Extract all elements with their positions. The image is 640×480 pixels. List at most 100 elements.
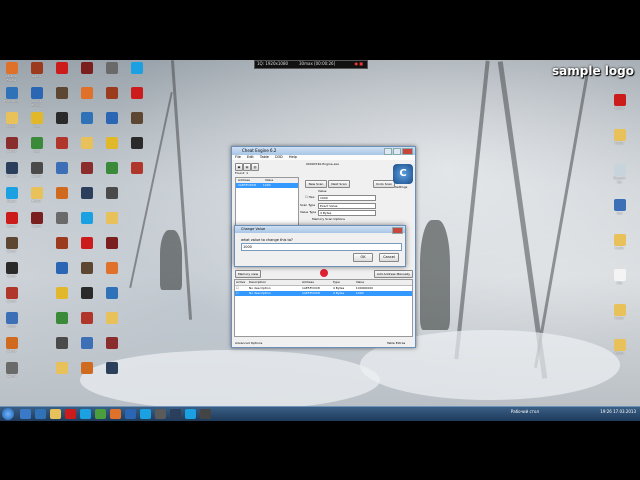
window-titlebar[interactable]: Cheat Engine 6.2 <box>232 147 415 155</box>
desktop-icon[interactable]: Folder <box>29 187 44 209</box>
desktop-icon[interactable] <box>54 237 69 259</box>
dialog-value-input[interactable]: 1000 <box>241 243 402 251</box>
desktop-icon[interactable]: App <box>29 112 44 134</box>
desktop-icon[interactable] <box>104 212 119 234</box>
desktop-icon[interactable] <box>79 62 94 84</box>
desktop-icon[interactable] <box>129 162 144 184</box>
desktop-icon[interactable]: Game <box>29 62 44 84</box>
desktop-icon[interactable] <box>54 212 69 234</box>
desktop-icon[interactable] <box>104 312 119 334</box>
menu-edit[interactable]: Edit <box>247 155 254 159</box>
taskbar-app-icon[interactable] <box>140 409 151 419</box>
desktop-icon[interactable] <box>54 312 69 334</box>
close-button[interactable] <box>402 148 413 155</box>
tray-toolbar-label[interactable]: Рабочий стол <box>511 409 539 414</box>
desktop-icon[interactable]: Game <box>4 262 19 284</box>
record-dot-icon[interactable]: ● ■ <box>354 61 363 66</box>
value-type-select[interactable]: 4 Bytes <box>318 210 376 216</box>
desktop-icon[interactable] <box>54 337 69 359</box>
open-file-icon[interactable]: ▤ <box>243 163 251 171</box>
taskbar-app-icon[interactable] <box>80 409 91 419</box>
memory-scan-options[interactable]: Memory Scan Options <box>312 217 345 221</box>
desktop-icon[interactable]: File <box>612 269 627 291</box>
desktop-icon[interactable] <box>54 262 69 284</box>
stop-icon[interactable] <box>320 269 328 277</box>
menu-d3d[interactable]: D3D <box>275 155 283 159</box>
taskbar-app-icon[interactable] <box>170 409 181 419</box>
taskbar-app-icon[interactable] <box>155 409 166 419</box>
menu-file[interactable]: File <box>235 155 241 159</box>
desktop-icon[interactable] <box>79 337 94 359</box>
desktop-icon[interactable] <box>104 187 119 209</box>
desktop-icon[interactable] <box>54 162 69 184</box>
desktop-icon[interactable] <box>79 237 94 259</box>
desktop-icon[interactable]: Game <box>4 237 19 259</box>
taskbar-app-icon[interactable] <box>200 409 211 419</box>
menu-table[interactable]: Table <box>260 155 269 159</box>
desktop-icon[interactable] <box>79 87 94 109</box>
desktop-icon[interactable] <box>79 112 94 134</box>
desktop-icon[interactable]: Opera <box>612 94 627 116</box>
desktop-icon[interactable] <box>104 87 119 109</box>
desktop-icon[interactable]: Opera <box>4 212 19 234</box>
hex-checkbox[interactable]: ☐ Hex <box>305 195 314 199</box>
taskbar-app-icon[interactable] <box>20 409 31 419</box>
scan-type-select[interactable]: Exact Value <box>318 203 376 209</box>
desktop-icon[interactable] <box>54 137 69 159</box>
desktop-icon[interactable]: Recycle Bin <box>612 164 627 186</box>
desktop-icon[interactable] <box>104 362 119 384</box>
desktop-icon[interactable]: Utility <box>4 312 19 334</box>
desktop-icon[interactable] <box>79 187 94 209</box>
desktop-icon[interactable]: Game <box>4 362 19 384</box>
address-list-row[interactable]: 1AE5FCDC8 1000 <box>236 183 298 188</box>
cheat-table[interactable]: Active Description Address Type Value ☐ … <box>234 279 413 337</box>
desktop-icon[interactable] <box>54 287 69 309</box>
undo-scan-button[interactable]: Undo Scan <box>373 180 395 188</box>
memory-view-button[interactable]: Memory view <box>235 270 261 278</box>
desktop-icon[interactable] <box>79 262 94 284</box>
clock-time[interactable]: 19:26 <box>600 409 612 414</box>
taskbar-app-icon[interactable] <box>185 409 196 419</box>
cheat-engine-logo-icon[interactable]: C <box>393 164 413 184</box>
desktop-icon[interactable] <box>79 362 94 384</box>
taskbar-app-icon[interactable] <box>110 409 121 419</box>
desktop-icon[interactable]: Folder <box>612 129 627 151</box>
taskbar-app-icon[interactable] <box>65 409 76 419</box>
active-checkbox[interactable]: ☐ <box>235 291 248 296</box>
desktop-icon[interactable] <box>54 87 69 109</box>
maximize-button[interactable] <box>393 148 401 155</box>
desktop-icon[interactable] <box>104 137 119 159</box>
taskbar-app-icon[interactable] <box>50 409 61 419</box>
desktop-icon[interactable] <box>129 87 144 109</box>
desktop-icon[interactable]: Folder <box>612 339 627 361</box>
desktop-icon[interactable]: App <box>29 137 44 159</box>
desktop-icon[interactable]: Game <box>4 337 19 359</box>
dialog-close-button[interactable] <box>392 227 403 234</box>
desktop-icon[interactable]: Folder <box>612 304 627 326</box>
desktop-icon[interactable] <box>54 187 69 209</box>
menu-help[interactable]: Help <box>289 155 297 159</box>
desktop-icon[interactable] <box>129 112 144 134</box>
desktop-icon[interactable]: Mozilla Firefox <box>4 62 19 84</box>
advanced-options-link[interactable]: Advanced Options <box>235 341 262 345</box>
next-scan-button[interactable]: Next Scan <box>328 180 350 188</box>
desktop-icon[interactable] <box>129 137 144 159</box>
desktop-icon[interactable]: Photoshop <box>4 87 19 109</box>
desktop-icon[interactable] <box>104 62 119 84</box>
desktop-icon[interactable] <box>104 162 119 184</box>
minimize-button[interactable] <box>384 148 392 155</box>
start-button-icon[interactable] <box>2 408 14 420</box>
settings-link[interactable]: Settings <box>395 185 407 189</box>
desktop-icon[interactable] <box>79 212 94 234</box>
desktop-icon[interactable]: Steam <box>4 162 19 184</box>
desktop-icon[interactable] <box>54 112 69 134</box>
desktop-icon[interactable]: Game <box>4 287 19 309</box>
desktop-icon[interactable]: Game <box>29 162 44 184</box>
desktop-icon[interactable] <box>104 337 119 359</box>
desktop-icon[interactable]: Game <box>29 212 44 234</box>
taskbar-app-icon[interactable] <box>95 409 106 419</box>
add-address-button[interactable]: Add Address Manually <box>374 270 413 278</box>
taskbar-app-icon[interactable] <box>35 409 46 419</box>
desktop-icon[interactable]: Folder <box>612 234 627 256</box>
open-process-icon[interactable]: ▣ <box>235 163 243 171</box>
